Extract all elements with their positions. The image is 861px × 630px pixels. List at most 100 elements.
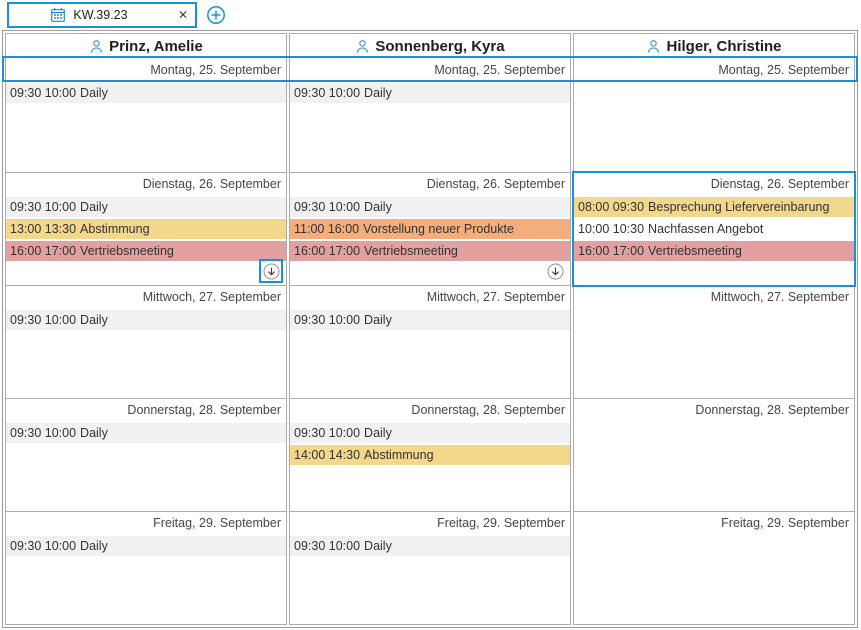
event[interactable]: 09:30 10:00 Daily: [290, 197, 570, 217]
day-date-label: Donnerstag, 28. September: [127, 403, 281, 417]
event-time: 09:30 10:00: [294, 86, 360, 100]
event-time: 16:00 17:00: [578, 244, 644, 258]
event-time: 09:30 10:00: [10, 86, 76, 100]
event-title: Daily: [364, 539, 392, 553]
person-name: Prinz, Amelie: [109, 38, 203, 55]
event-time: 16:00 17:00: [294, 244, 360, 258]
event[interactable]: 08:00 09:30Besprechung Liefervereinbarun…: [574, 197, 854, 217]
event[interactable]: 16:00 17:00 Vertriebsmeeting: [6, 241, 286, 261]
event-title: Daily: [80, 86, 108, 100]
person-column-header[interactable]: Prinz, Amelie: [6, 34, 286, 59]
event[interactable]: 09:30 10:00 Daily: [290, 310, 570, 330]
events-list: 09:30 10:00 Daily: [290, 81, 570, 103]
day-cell[interactable]: Donnerstag, 28. September: [574, 398, 854, 511]
tab-label: KW.39.23: [73, 8, 127, 22]
event[interactable]: 09:30 10:00 Daily: [6, 197, 286, 217]
events-list: 09:30 10:00Daily14:00 14:30Abstimmung: [290, 421, 570, 465]
person-columns: Prinz, Amelie Montag, 25. September 09:30 …: [3, 31, 857, 627]
event[interactable]: 09:30 10:00 Daily: [6, 83, 286, 103]
events-list: [574, 534, 854, 536]
day-date-label: Dienstag, 26. September: [427, 177, 565, 191]
event-time: 09:30 10:00: [294, 200, 360, 214]
event-title: Daily: [364, 313, 392, 327]
scroll-down-button[interactable]: [543, 259, 567, 283]
day-date-label: Montag, 25. September: [718, 63, 849, 77]
events-list: [574, 81, 854, 83]
day-header: Mittwoch, 27. September: [6, 286, 286, 308]
day-date-label: Montag, 25. September: [150, 63, 281, 77]
event-title: Vertriebsmeeting: [80, 244, 174, 258]
day-header: Freitag, 29. September: [574, 512, 854, 534]
event[interactable]: 10:00 10:30Nachfassen Angebot: [574, 219, 854, 239]
scroll-down-button[interactable]: [259, 259, 283, 283]
event-title: Daily: [80, 313, 108, 327]
event-time: 14:00 14:30: [294, 448, 360, 462]
day-date-label: Dienstag, 26. September: [143, 177, 281, 191]
event[interactable]: 16:00 17:00Vertriebsmeeting: [574, 241, 854, 261]
day-cell[interactable]: Freitag, 29. September 09:30 10:00Daily: [290, 511, 570, 624]
day-cell[interactable]: Montag, 25. September: [574, 59, 854, 172]
day-header: Montag, 25. September: [6, 59, 286, 81]
event-time: 11:00 16:00: [294, 222, 359, 236]
day-header: Donnerstag, 28. September: [574, 399, 854, 421]
day-cell[interactable]: Dienstag, 26. September 08:00 09:30Bespre…: [574, 172, 854, 285]
week-planner-panel: Prinz, Amelie Montag, 25. September 09:30 …: [2, 30, 858, 628]
tab-week-kw3923[interactable]: KW.39.23 ✕: [7, 2, 197, 28]
day-date-label: Dienstag, 26. September: [711, 177, 849, 191]
events-list: 09:30 10:00 Daily: [6, 81, 286, 103]
events-list: [574, 421, 854, 423]
day-cell[interactable]: Donnerstag, 28. September09:30 10:00Dail…: [290, 398, 570, 511]
close-tab-icon[interactable]: ✕: [178, 9, 188, 21]
day-header: Dienstag, 26. September: [574, 173, 854, 195]
event-title: Daily: [80, 426, 108, 440]
event-time: 16:00 17:00: [10, 244, 76, 258]
day-cell[interactable]: Mittwoch, 27. September 09:30 10:00 Daily: [6, 285, 286, 398]
day-cell[interactable]: Montag, 25. September 09:30 10:00 Daily: [6, 59, 286, 172]
day-cell[interactable]: Dienstag, 26. September 09:30 10:00 Daily 1…: [290, 172, 570, 285]
arrow-down-icon: [263, 263, 280, 280]
person-icon: [89, 39, 104, 54]
event-time: 09:30 10:00: [10, 200, 76, 214]
event[interactable]: 09:30 10:00Daily: [6, 423, 286, 443]
event-title: Daily: [364, 200, 392, 214]
events-list: 09:30 10:00Daily: [6, 534, 286, 556]
event-title: Daily: [80, 200, 108, 214]
person-icon: [646, 39, 661, 54]
event-title: Daily: [364, 86, 392, 100]
event-time: 09:30 10:00: [10, 313, 76, 327]
event[interactable]: 14:00 14:30Abstimmung: [290, 445, 570, 465]
person-column-header[interactable]: Sonnenberg, Kyra: [290, 34, 570, 59]
day-cell[interactable]: Mittwoch, 27. September: [574, 285, 854, 398]
day-cell[interactable]: Freitag, 29. September: [574, 511, 854, 624]
event-time: 10:00 10:30: [578, 222, 644, 236]
day-cell[interactable]: Freitag, 29. September09:30 10:00Daily: [6, 511, 286, 624]
person-column-header[interactable]: Hilger, Christine: [574, 34, 854, 59]
event-title: Vertriebsmeeting: [364, 244, 458, 258]
day-cell[interactable]: Dienstag, 26. September 09:30 10:00 Daily 1…: [6, 172, 286, 285]
day-cell[interactable]: Montag, 25. September09:30 10:00Daily: [290, 59, 570, 172]
day-header: Mittwoch, 27. September: [290, 286, 570, 308]
day-cell[interactable]: Mittwoch, 27. September 09:30 10:00 Daily: [290, 285, 570, 398]
day-cell[interactable]: Donnerstag, 28. September 09:30 10:00Dail…: [6, 398, 286, 511]
event[interactable]: 13:00 13:30Abstimmung: [6, 219, 286, 239]
event[interactable]: 09:30 10:00Daily: [290, 423, 570, 443]
day-date-label: Freitag, 29. September: [437, 516, 565, 530]
event[interactable]: 09:30 10:00 Daily: [290, 83, 570, 103]
arrow-down-icon: [547, 263, 564, 280]
events-list: 09:30 10:00Daily13:00 13:30Abstimmung16:…: [6, 195, 286, 261]
person-icon: [355, 39, 370, 54]
event[interactable]: 11:00 16:00Vorstellung neuer Produkte: [290, 219, 570, 239]
add-tab-button[interactable]: [206, 5, 226, 25]
day-header: Freitag, 29. September: [290, 512, 570, 534]
event[interactable]: 09:30 10:00Daily: [6, 536, 286, 556]
events-list: 09:30 10:00 Daily 11:00 16:00Vorstellung n…: [290, 195, 570, 261]
day-date-label: Mittwoch, 27. September: [427, 290, 565, 304]
event-time: 09:30 10:00: [294, 313, 360, 327]
day-header: Montag, 25. September: [574, 59, 854, 81]
event[interactable]: 09:30 10:00 Daily: [6, 310, 286, 330]
calendar-icon: [50, 7, 66, 23]
event[interactable]: 09:30 10:00Daily: [290, 536, 570, 556]
day-header: Mittwoch, 27. September: [574, 286, 854, 308]
event[interactable]: 16:00 17:00 Vertriebsmeeting: [290, 241, 570, 261]
day-date-label: Freitag, 29. September: [721, 516, 849, 530]
